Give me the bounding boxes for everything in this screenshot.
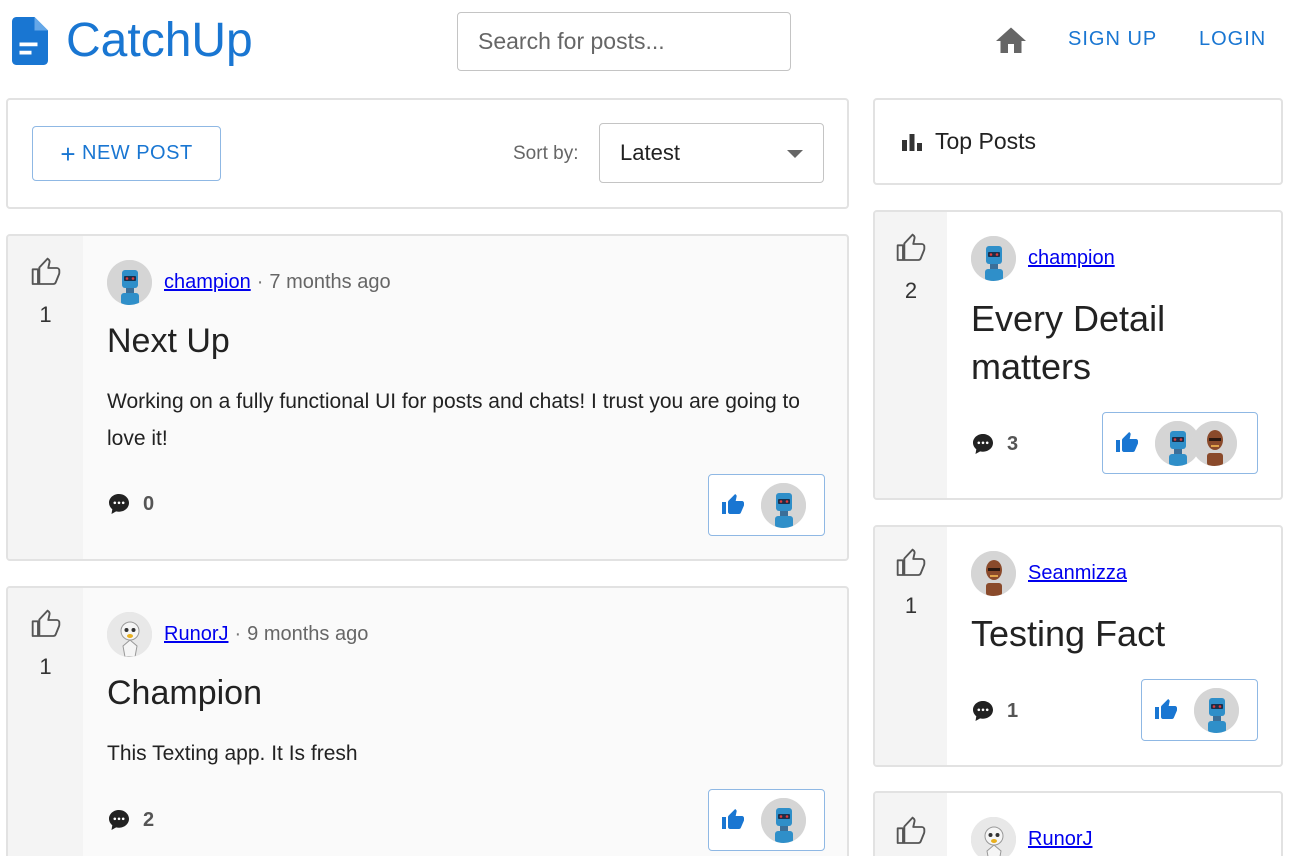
feed-toolbar: + NEW POST Sort by: Latest — [6, 98, 849, 209]
thumb-up-filled-icon — [1154, 698, 1178, 722]
thumb-up-icon[interactable] — [895, 547, 927, 579]
vote-column: 2 — [875, 212, 947, 498]
post-text: Working on a fully functional UI for pos… — [107, 390, 800, 450]
home-icon — [996, 27, 1026, 53]
thumb-up-filled-icon — [1115, 431, 1139, 455]
sort-label: Sort by: — [513, 143, 579, 164]
author-link[interactable]: Seanmizza — [1028, 562, 1127, 585]
comment-count: 1 — [1007, 699, 1019, 722]
comment-count: 0 — [143, 492, 155, 515]
meta-separator: · — [234, 623, 242, 645]
bar-chart-icon — [902, 133, 922, 151]
sort-select[interactable]: Latest — [599, 123, 824, 183]
app-name: CatchUp — [66, 14, 253, 67]
likers-button[interactable] — [1102, 412, 1258, 474]
likers-button[interactable] — [708, 789, 825, 851]
top-post-content: champion Every Detail matters — [971, 236, 1257, 391]
top-post-content: RunorJ — [971, 817, 1257, 856]
document-icon — [12, 17, 48, 65]
sign-up-link[interactable]: SIGN UP — [1068, 28, 1157, 51]
comment-icon — [107, 808, 131, 832]
caret-down-icon — [787, 150, 803, 158]
avatar[interactable] — [107, 260, 152, 305]
post-meta: champion · 7 months ago — [107, 260, 823, 305]
avatar[interactable] — [971, 551, 1016, 596]
vote-column: 1 — [875, 527, 947, 765]
liker-avatar — [1192, 420, 1237, 466]
post-content: RunorJ · 9 months ago Champion This Text… — [107, 612, 823, 772]
like-count: 1 — [39, 654, 52, 679]
vote-column: 1 — [8, 588, 83, 856]
home-button[interactable] — [993, 23, 1029, 59]
likers-button[interactable] — [1141, 679, 1258, 741]
top-post-content: Seanmizza Testing Fact — [971, 551, 1257, 658]
top-post-card: 1 Seanmizza Testing Fact 1 — [873, 525, 1283, 767]
new-post-label: NEW POST — [82, 142, 193, 164]
top-posts-title: Top Posts — [935, 128, 1036, 154]
post-card: 1 RunorJ · 9 months ago Champion This Te… — [6, 586, 849, 856]
liker-avatar — [1194, 687, 1239, 733]
post-meta: Seanmizza — [971, 551, 1257, 596]
top-post-card: 2 champion Every Detail matters 3 — [873, 210, 1283, 500]
post-content: champion · 7 months ago Next Up Working … — [107, 260, 823, 457]
comments-button[interactable]: 2 — [107, 808, 154, 832]
like-count: 1 — [904, 593, 918, 618]
comment-icon — [971, 432, 995, 456]
comment-icon — [971, 699, 995, 723]
likers-button[interactable] — [708, 474, 825, 536]
avatar[interactable] — [107, 612, 152, 657]
top-post-card: RunorJ — [873, 791, 1283, 856]
comments-button[interactable]: 3 — [971, 432, 1018, 456]
like-count: 1 — [39, 302, 52, 327]
vote-column: 1 — [8, 236, 83, 559]
post-card: 1 champion · 7 months ago Next Up Workin… — [6, 234, 849, 561]
thumb-up-icon[interactable] — [895, 815, 927, 847]
vote-column — [875, 793, 947, 856]
comment-icon — [107, 492, 131, 516]
post-meta: champion — [971, 236, 1257, 281]
login-link[interactable]: LOGIN — [1199, 28, 1266, 51]
like-count: 2 — [904, 278, 918, 303]
post-title[interactable]: Testing Fact — [971, 610, 1257, 658]
post-title[interactable]: Next Up — [107, 321, 823, 361]
avatar[interactable] — [971, 236, 1016, 281]
plus-icon: + — [60, 138, 76, 169]
thumb-up-icon[interactable] — [30, 256, 62, 288]
top-posts-header: Top Posts — [873, 98, 1283, 185]
app-logo[interactable]: CatchUp — [12, 14, 253, 68]
author-link[interactable]: champion — [164, 271, 251, 294]
thumb-up-icon[interactable] — [895, 232, 927, 264]
avatar[interactable] — [971, 817, 1016, 856]
sort-value: Latest — [620, 140, 680, 165]
post-meta: RunorJ · 9 months ago — [107, 612, 823, 657]
top-nav-bar: CatchUp SIGN UP LOGIN — [0, 0, 1290, 84]
thumb-up-filled-icon — [721, 808, 745, 832]
author-link[interactable]: champion — [1028, 247, 1115, 270]
post-title[interactable]: Every Detail matters — [971, 295, 1257, 391]
comment-count: 3 — [1007, 432, 1019, 455]
author-link[interactable]: RunorJ — [1028, 828, 1092, 851]
post-time: 9 months ago — [247, 623, 369, 645]
author-link[interactable]: RunorJ — [164, 623, 228, 646]
liker-avatar — [761, 797, 806, 843]
meta-separator: · — [256, 271, 264, 293]
comment-count: 2 — [143, 808, 155, 831]
search-input[interactable] — [457, 12, 791, 71]
comments-button[interactable]: 0 — [107, 492, 154, 516]
thumb-up-filled-icon — [721, 493, 745, 517]
post-text: This Texting app. It Is fresh — [107, 742, 358, 765]
liker-avatar — [761, 482, 806, 528]
comments-button[interactable]: 1 — [971, 699, 1018, 723]
post-meta: RunorJ — [971, 817, 1257, 856]
new-post-button[interactable]: + NEW POST — [32, 126, 221, 181]
thumb-up-icon[interactable] — [30, 608, 62, 640]
post-title[interactable]: Champion — [107, 673, 823, 713]
post-time: 7 months ago — [269, 271, 391, 293]
